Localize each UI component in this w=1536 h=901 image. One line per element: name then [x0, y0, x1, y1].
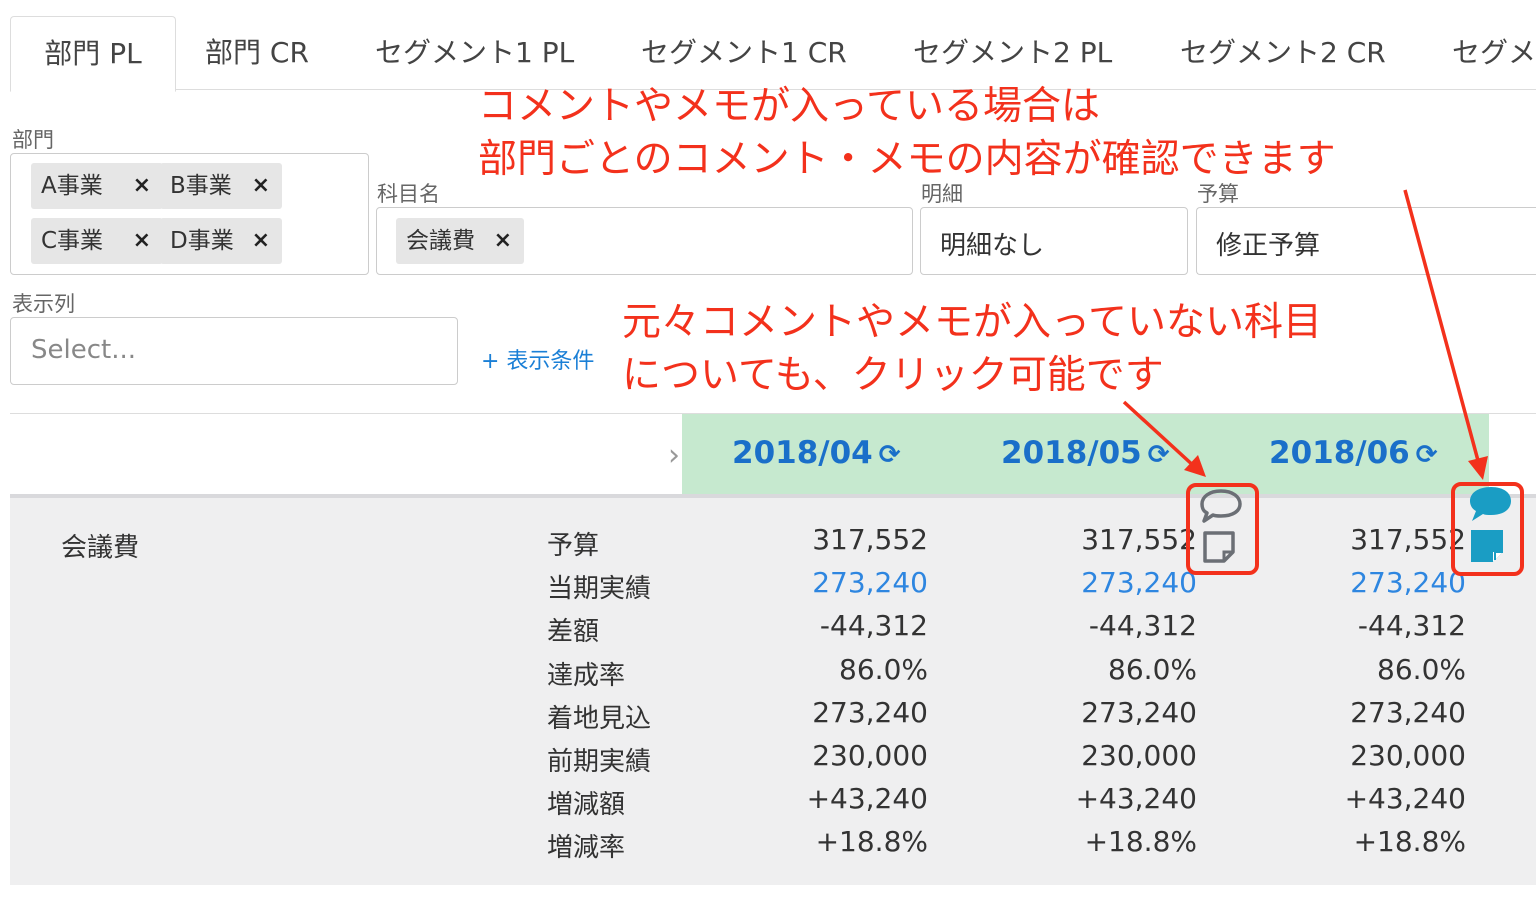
table-cell: 230,000 — [1081, 739, 1197, 772]
annotation-line: 元々コメントやメモが入っていない科目 — [622, 300, 1323, 345]
period-label: 2018/04 — [732, 435, 873, 471]
table-cell: +18.8% — [1353, 825, 1466, 859]
table-cell: 273,240 — [812, 695, 928, 729]
table-cell: +43,240 — [806, 782, 928, 816]
tab-seg1-cr[interactable]: セグメント1 CR — [641, 16, 847, 90]
table-cell: 230,000 — [1350, 739, 1466, 772]
account-name: 会議費 — [61, 533, 140, 563]
period-header-2018-05[interactable]: 2018/05 ⟳ — [1001, 435, 1170, 471]
department-chip: D事業 × — [160, 218, 282, 264]
tab-label: 部門 PL — [44, 37, 142, 70]
detail-value: 明細なし — [940, 231, 1045, 261]
table-cell: 86.0% — [839, 652, 928, 686]
account-multiselect[interactable]: 会議費 × — [376, 207, 913, 275]
remove-chip-icon[interactable]: × — [133, 218, 151, 264]
add-condition-link[interactable]: + 表示条件 — [481, 343, 594, 375]
annotation-middle: 元々コメントやメモが入っていない科目 についても、クリック可能です — [622, 296, 1322, 402]
table-cell: 230,000 — [812, 739, 928, 772]
period-label: 2018/06 — [1269, 435, 1410, 471]
remove-chip-icon[interactable]: × — [133, 163, 151, 209]
row-label: 当期実績 — [547, 574, 652, 605]
detail-select[interactable]: 明細なし — [920, 207, 1188, 275]
table-cell: 317,552 — [812, 523, 928, 556]
period-header-2018-04[interactable]: 2018/04 ⟳ — [732, 435, 901, 471]
annotation-box-empty-icons — [1186, 483, 1259, 575]
row-label: 予算 — [547, 531, 600, 561]
remove-chip-icon[interactable]: × — [252, 218, 270, 264]
refresh-icon[interactable]: ⟳ — [879, 440, 901, 470]
chip-label: B事業 — [170, 173, 232, 199]
table-cell: 273,240 — [1081, 695, 1197, 729]
table-cell: 86.0% — [1108, 652, 1197, 686]
table-cell: +43,240 — [1344, 782, 1466, 816]
tab-label: セグメント2 CR — [1180, 36, 1386, 69]
table-cell: -44,312 — [819, 609, 928, 643]
department-chip: A事業 × — [31, 163, 163, 209]
period-header-2018-06[interactable]: 2018/06 ⟳ — [1269, 435, 1438, 471]
table-cell: 86.0% — [1377, 652, 1466, 686]
annotation-box-filled-icons — [1451, 482, 1524, 576]
annotation-line: 部門ごとのコメント・メモの内容が確認できます — [478, 137, 1336, 182]
row-label: 増減額 — [547, 790, 626, 821]
chip-label: 会議費 — [406, 228, 475, 254]
chip-label: C事業 — [41, 228, 104, 254]
columns-label: 表示列 — [12, 292, 75, 316]
period-label: 2018/05 — [1001, 435, 1142, 471]
budget-select[interactable]: 修正予算 — [1196, 207, 1536, 275]
columns-placeholder: Select... — [31, 335, 137, 365]
budget-value: 修正予算 — [1216, 231, 1321, 261]
tab-label: セグメ — [1452, 36, 1536, 69]
chip-label: D事業 — [170, 228, 234, 254]
tab-label: 部門 CR — [205, 36, 309, 69]
table-cell: -44,312 — [1088, 609, 1197, 643]
tab-dept-pl[interactable]: 部門 PL — [10, 16, 176, 92]
tab-bar: 部門 PL 部門 CR セグメント1 PL セグメント1 CR セグメント2 P… — [0, 0, 1536, 92]
department-chip: B事業 × — [160, 163, 282, 209]
account-chip: 会議費 × — [396, 218, 524, 264]
tab-seg2-pl[interactable]: セグメント2 PL — [913, 16, 1112, 90]
table-cell: +18.8% — [815, 825, 928, 859]
table-cell: +43,240 — [1075, 782, 1197, 816]
tab-dept-cr[interactable]: 部門 CR — [205, 16, 309, 90]
tab-seg1-pl[interactable]: セグメント1 PL — [375, 16, 574, 90]
annotation-top: コメントやメモが入っている場合は 部門ごとのコメント・メモの内容が確認できます — [478, 80, 1336, 186]
actual-value-link[interactable]: 273,240 — [1246, 566, 1466, 599]
refresh-icon[interactable]: ⟳ — [1416, 440, 1438, 470]
remove-chip-icon[interactable]: × — [252, 163, 270, 209]
table-cell: 273,240 — [1350, 695, 1466, 729]
table-cell: 317,552 — [1081, 523, 1197, 556]
row-label: 達成率 — [547, 660, 626, 691]
tab-seg2-cr[interactable]: セグメント2 CR — [1180, 16, 1386, 90]
refresh-icon[interactable]: ⟳ — [1148, 440, 1170, 470]
remove-chip-icon[interactable]: × — [494, 218, 512, 264]
department-label: 部門 — [12, 128, 54, 152]
row-label: 増減率 — [547, 833, 626, 864]
row-label: 着地見込 — [547, 703, 652, 734]
department-multiselect[interactable]: A事業 × B事業 × C事業 × D事業 × — [10, 153, 369, 275]
chip-label: A事業 — [41, 173, 103, 199]
annotation-line: についても、クリック可能です — [622, 353, 1164, 398]
account-label: 科目名 — [377, 182, 440, 206]
tab-label: セグメント2 PL — [913, 36, 1113, 69]
row-label: 前期実績 — [547, 747, 652, 777]
annotation-line: コメントやメモが入っている場合は — [478, 84, 1101, 129]
tab-seg3-truncated[interactable]: セグメ — [1452, 16, 1536, 90]
table-cell: 317,552 — [1350, 523, 1466, 556]
table-cell: -44,312 — [1357, 609, 1466, 643]
tab-label: セグメント1 PL — [375, 36, 575, 69]
expand-chevron-icon[interactable]: › — [668, 438, 680, 473]
columns-select[interactable]: Select... — [10, 317, 458, 385]
tab-label: セグメント1 CR — [641, 36, 847, 69]
row-label: 差額 — [547, 617, 600, 648]
actual-value-link[interactable]: 273,240 — [977, 566, 1197, 599]
actual-value-link[interactable]: 273,240 — [708, 566, 928, 599]
table-cell: +18.8% — [1084, 825, 1197, 859]
department-chip: C事業 × — [31, 218, 163, 264]
